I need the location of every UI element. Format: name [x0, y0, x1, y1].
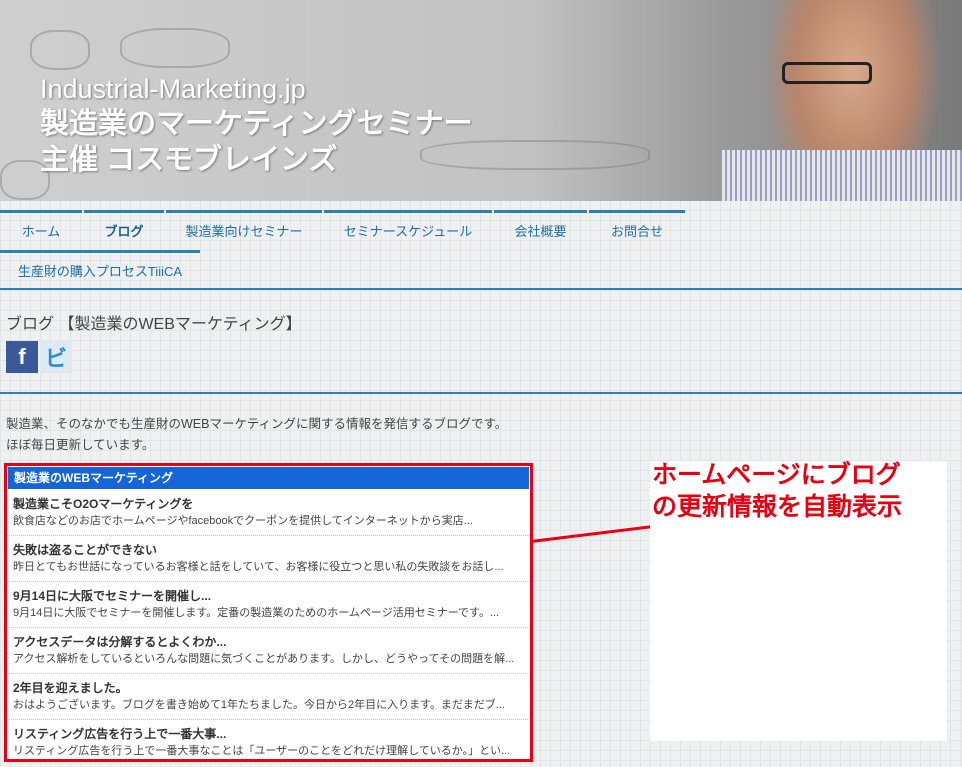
callout-connector-line: [530, 525, 652, 543]
feed-item-desc: アクセス解析をしているといろんな問題に気づくことがあります。しかし、どうやってそ…: [13, 653, 515, 665]
facebook-icon[interactable]: f: [6, 341, 38, 373]
header-banner: Industrial-Marketing.jp 製造業のマーケティングセミナー …: [0, 0, 962, 201]
list-item: リスティング広告を行う上で一番大事... リスティング広告を行う上で一番大事なこ…: [7, 720, 530, 759]
glasses-shape: [782, 62, 872, 84]
feed-item-title[interactable]: 9月14日に大阪でセミナーを開催し...: [13, 587, 524, 605]
whiteboard-scribble: [30, 30, 90, 70]
site-organizer: 主催 コスモブレインズ: [40, 144, 338, 176]
nav-item-schedule[interactable]: セミナースケジュール: [324, 210, 492, 245]
callout-line: ホームページにブログ: [652, 461, 901, 489]
list-item: 9月14日に大阪でセミナーを開催し... 9月14日に大阪でセミナーを開催します…: [7, 582, 530, 628]
page-title: ブログ 【製造業のWEBマーケティング】: [6, 316, 302, 333]
feed-item-desc: リスティング広告を行う上で一番大事なことは「ユーザーのことをどれだけ理解している…: [13, 745, 511, 757]
content-divider: [0, 392, 962, 394]
nav-item-seminar[interactable]: 製造業向けセミナー: [166, 210, 322, 245]
list-item: 2年目を迎えました。 おはようございます。ブログを書き始めて1年たちました。今日…: [7, 674, 530, 720]
callout-line: の更新情報を自動表示: [652, 493, 903, 521]
feed-item-title[interactable]: リスティング広告を行う上で一番大事...: [13, 725, 524, 743]
nav-item-blog[interactable]: ブログ: [84, 210, 164, 245]
feed-title[interactable]: 製造業のWEBマーケティング: [8, 467, 529, 489]
feed-item-title[interactable]: 製造業こそO2Oマーケティングを: [13, 495, 524, 513]
intro-line: ほぼ毎日更新しています。: [6, 438, 155, 452]
intro-line: 製造業、そのなかでも生産財のWEBマーケティングに関する情報を発信するブログです…: [6, 417, 508, 431]
feed-item-desc: おはようございます。ブログを書き始めて1年たちました。今日から2年目に入ります。…: [13, 699, 505, 711]
whiteboard-scribble: [120, 28, 230, 68]
nav-item-home[interactable]: ホーム: [0, 210, 82, 245]
shirt-shape: [722, 150, 962, 201]
list-item: 失敗は盗ることができない 昨日とてもお世話になっているお客様と話をしていて、お客…: [7, 536, 530, 582]
feed-item-desc: 飲食店などのお店でホームページやfacebookでクーポンを提供してインターネッ…: [13, 515, 473, 527]
list-item: アクセスデータは分解するとよくわか... アクセス解析をしているといろんな問題に…: [7, 628, 530, 674]
list-item: 製造業こそO2Oマーケティングを 飲食店などのお店でホームページやfaceboo…: [7, 490, 530, 536]
site-tagline: 製造業のマーケティングセミナー: [40, 108, 473, 140]
nav-item-company[interactable]: 会社概要: [494, 210, 587, 245]
nav-divider: [0, 288, 962, 290]
feed-item-title[interactable]: 失敗は盗ることができない: [13, 541, 524, 559]
site-name: Industrial-Marketing.jp: [40, 74, 306, 104]
nav-item-contact[interactable]: お問合せ: [589, 210, 685, 245]
social-buttons: f ビ: [6, 341, 72, 373]
main-nav: ホーム ブログ 製造業向けセミナー セミナースケジュール 会社概要 お問合せ 生…: [0, 210, 962, 290]
feed-item-title[interactable]: 2年目を迎えました。: [13, 679, 524, 697]
twitter-icon[interactable]: ビ: [40, 341, 72, 373]
blog-feed-widget: 製造業のWEBマーケティング 製造業こそO2Oマーケティングを 飲食店などのお店…: [4, 463, 533, 762]
feed-item-desc: 昨日とてもお世話になっているお客様と話をしていて、お客様に役立つと思い私の失敗談…: [13, 561, 504, 573]
header-text: Industrial-Marketing.jp 製造業のマーケティングセミナー …: [40, 72, 473, 178]
feed-item-desc: 9月14日に大阪でセミナーを開催します。定番の製造業のためのホームページ活用セミ…: [13, 607, 500, 619]
callout-text: ホームページにブログ の更新情報を自動表示: [652, 459, 902, 523]
nav-item-tiiica[interactable]: 生産財の購入プロセスTiiiCA: [0, 250, 200, 285]
intro-text: 製造業、そのなかでも生産財のWEBマーケティングに関する情報を発信するブログです…: [6, 414, 507, 456]
feed-item-title[interactable]: アクセスデータは分解するとよくわか...: [13, 633, 524, 651]
